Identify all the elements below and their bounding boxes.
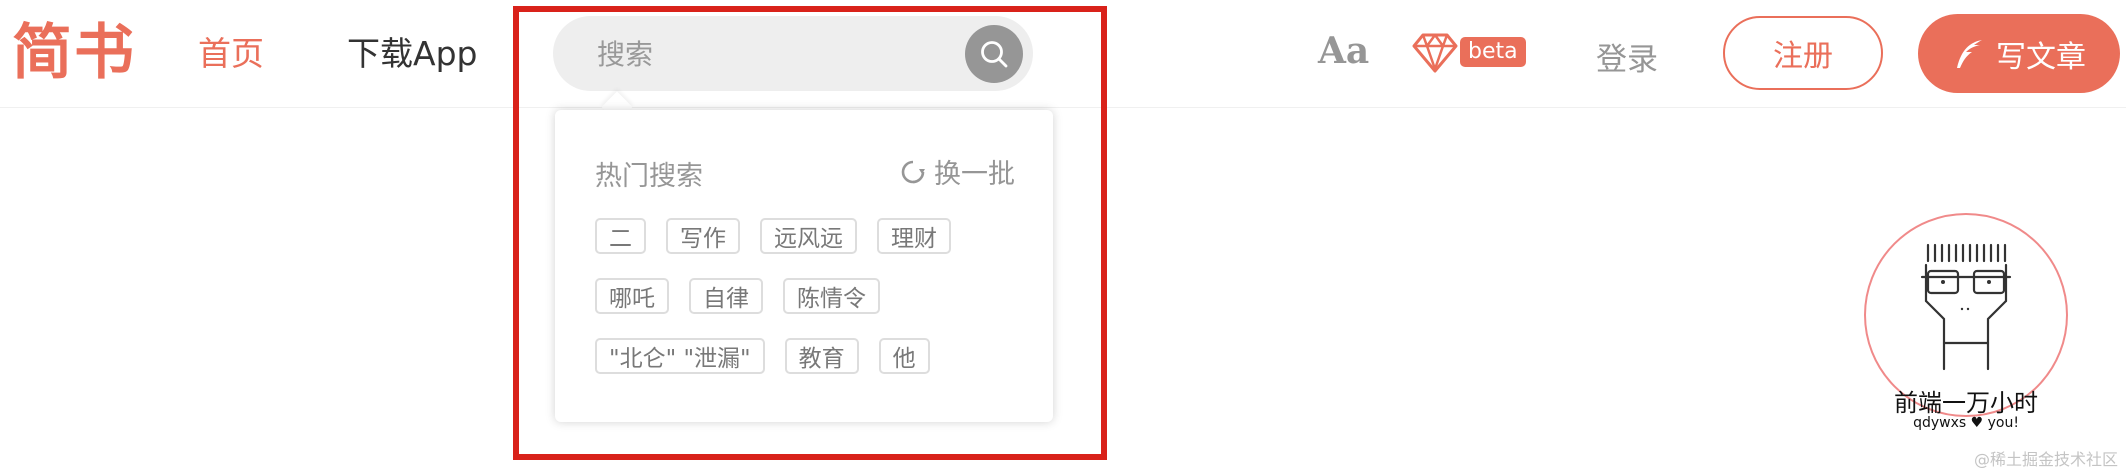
highlight-box [513,6,1107,460]
login-link[interactable]: 登录 [1596,34,1658,79]
nav-download-app-link[interactable]: 下载App [347,32,477,76]
badge-author-name: 前端一万小时 [1894,389,2038,417]
beta-badge: beta [1460,37,1526,67]
nav-home-link[interactable]: 首页 [198,32,264,76]
diamond-icon [1412,33,1458,73]
beta-link[interactable]: beta [1412,30,1526,76]
author-avatar-badge: 前端一万小时 qdywxs ♥ you! [1864,213,2068,431]
register-button[interactable]: 注册 [1723,16,1883,90]
font-setting-icon[interactable]: Aa [1318,30,1369,72]
watermark: @稀土掘金技术社区 [1973,450,2118,469]
write-article-button[interactable]: 写文章 [1918,14,2120,93]
jianshu-logo[interactable]: 简书 [12,18,136,88]
cartoon-face-icon [1920,243,2012,371]
badge-author-tagline: qdywxs ♥ you! [1913,415,2019,431]
write-article-label: 写文章 [1996,39,2086,75]
feather-pen-icon [1957,39,1982,68]
